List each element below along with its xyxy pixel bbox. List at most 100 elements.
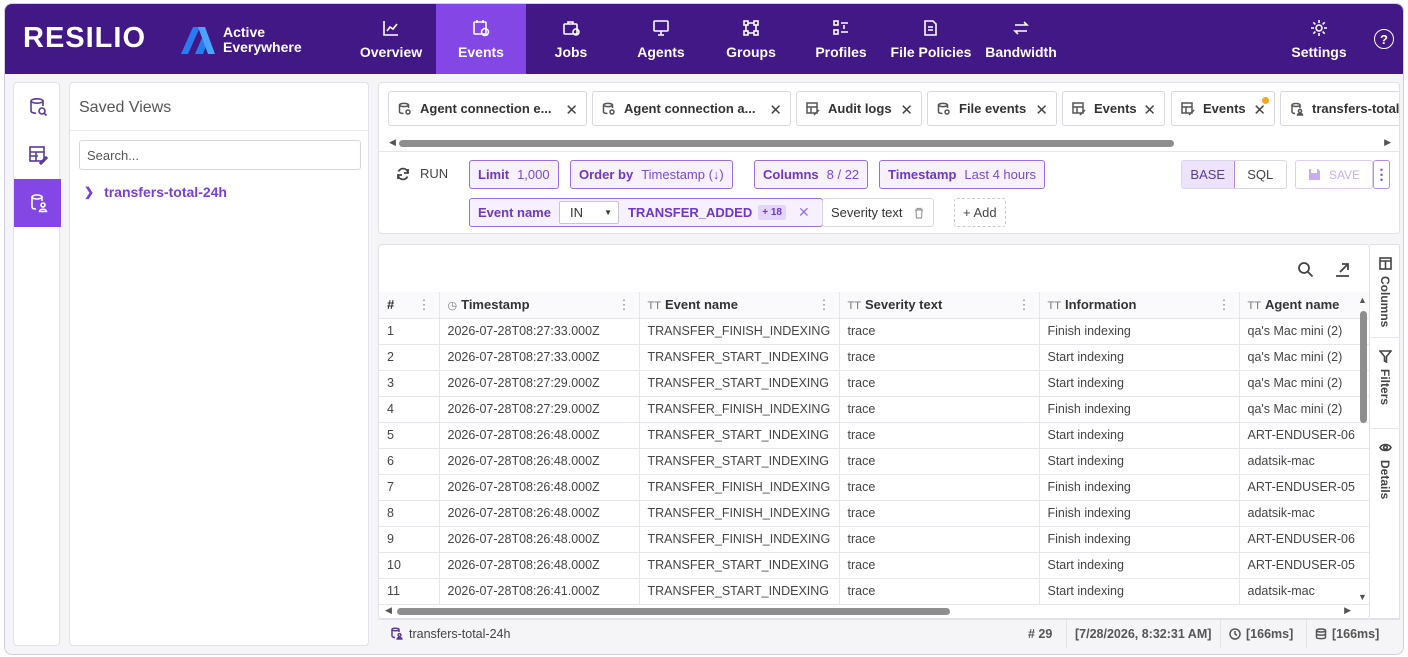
- save-button[interactable]: SAVE: [1295, 160, 1373, 189]
- event-name-filter-chip[interactable]: Event name IN ▼ TRANSFER_ADDED + 18 ✕: [469, 198, 823, 227]
- scrollbar-thumb[interactable]: [1360, 311, 1367, 423]
- nav-agents[interactable]: Agents: [616, 4, 706, 74]
- table-cell[interactable]: 2026-07-28T08:27:33.000Z: [439, 318, 640, 345]
- table-cell[interactable]: Finish indexing: [1039, 474, 1240, 501]
- scrollbar-thumb[interactable]: [397, 608, 950, 615]
- table-cell[interactable]: qa's Mac mini (2): [1239, 318, 1369, 345]
- scroll-right-icon[interactable]: ▶: [1384, 137, 1391, 148]
- saved-view-item[interactable]: ❯ transfers-total-24h: [84, 184, 227, 200]
- rail-tables-button[interactable]: [14, 131, 61, 179]
- close-icon[interactable]: ✕: [1035, 101, 1048, 119]
- close-icon[interactable]: ✕: [1143, 101, 1156, 119]
- close-icon[interactable]: ✕: [565, 101, 578, 119]
- nav-events[interactable]: Events: [436, 4, 526, 74]
- column-menu-icon[interactable]: ⋮: [618, 297, 631, 313]
- table-cell[interactable]: 2026-07-28T08:26:41.000Z: [439, 578, 640, 605]
- scroll-up-icon[interactable]: ▲: [1358, 295, 1367, 305]
- table-cell[interactable]: 2026-07-28T08:26:48.000Z: [439, 448, 640, 475]
- details-panel-button[interactable]: Details: [1370, 429, 1400, 509]
- grid-vertical-scrollbar[interactable]: ▲ ▼: [1357, 295, 1369, 602]
- table-row[interactable]: 5 2026-07-28T08:26:48.000Z TRANSFER_START_…: [379, 422, 1369, 449]
- column-header-severity-text[interactable]: T​T Severity text ⋮: [839, 292, 1040, 319]
- rail-saved-views-button[interactable]: [14, 179, 61, 227]
- table-cell[interactable]: 3: [379, 370, 440, 397]
- tabs-scrollbar[interactable]: ◀ ▶: [387, 137, 1393, 149]
- tab-audit-logs[interactable]: Audit logs ✕: [796, 91, 922, 126]
- grid-horizontal-scrollbar[interactable]: ◀ ▶: [383, 605, 1353, 617]
- table-cell[interactable]: qa's Mac mini (2): [1239, 396, 1369, 423]
- filters-panel-button[interactable]: Filters: [1370, 338, 1400, 429]
- scroll-left-icon[interactable]: ◀: [385, 605, 392, 616]
- severity-text-chip[interactable]: Severity text: [822, 198, 934, 227]
- table-cell[interactable]: 2026-07-28T08:26:48.000Z: [439, 552, 640, 579]
- table-cell[interactable]: 2026-07-28T08:26:48.000Z: [439, 474, 640, 501]
- table-cell[interactable]: Start indexing: [1039, 422, 1240, 449]
- table-cell[interactable]: 2026-07-28T08:27:33.000Z: [439, 344, 640, 371]
- table-cell[interactable]: Start indexing: [1039, 344, 1240, 371]
- table-cell[interactable]: Finish indexing: [1039, 396, 1240, 423]
- table-row[interactable]: 10 2026-07-28T08:26:48.000Z TRANSFER_START…: [379, 552, 1369, 579]
- table-cell[interactable]: Finish indexing: [1039, 526, 1240, 553]
- scrollbar-thumb[interactable]: [399, 140, 1174, 147]
- nav-profiles[interactable]: Profiles: [796, 4, 886, 74]
- table-cell[interactable]: 2026-07-28T08:26:48.000Z: [439, 500, 640, 527]
- table-cell[interactable]: Start indexing: [1039, 552, 1240, 579]
- table-cell[interactable]: TRANSFER_START_INDEXING: [639, 578, 840, 605]
- close-icon[interactable]: ✕: [769, 101, 782, 119]
- table-cell[interactable]: TRANSFER_START_INDEXING: [639, 370, 840, 397]
- table-cell[interactable]: trace: [839, 344, 1040, 371]
- table-cell[interactable]: trace: [839, 422, 1040, 449]
- table-cell[interactable]: adatsik-mac: [1239, 448, 1369, 475]
- table-cell[interactable]: 9: [379, 526, 440, 553]
- table-cell[interactable]: TRANSFER_START_INDEXING: [639, 448, 840, 475]
- column-header-event-name[interactable]: T​T Event name ⋮: [639, 292, 840, 319]
- add-filter-button[interactable]: + Add: [954, 198, 1006, 227]
- table-cell[interactable]: TRANSFER_FINISH_INDEXING: [639, 396, 840, 423]
- help-icon[interactable]: ?: [1374, 29, 1394, 49]
- table-cell[interactable]: adatsik-mac: [1239, 500, 1369, 527]
- table-cell[interactable]: Finish indexing: [1039, 500, 1240, 527]
- column-header-index[interactable]: # ⋮: [379, 292, 440, 319]
- sql-mode-button[interactable]: SQL: [1235, 161, 1287, 188]
- column-header-timestamp[interactable]: ◷ Timestamp ⋮: [439, 292, 640, 319]
- table-cell[interactable]: ART-ENDUSER-06: [1239, 422, 1369, 449]
- tab-file-events[interactable]: File events ✕: [927, 91, 1057, 126]
- table-cell[interactable]: TRANSFER_START_INDEXING: [639, 344, 840, 371]
- column-header-information[interactable]: T​T Information ⋮: [1039, 292, 1240, 319]
- table-cell[interactable]: TRANSFER_FINISH_INDEXING: [639, 526, 840, 553]
- table-cell[interactable]: 2026-07-28T08:27:29.000Z: [439, 396, 640, 423]
- column-menu-icon[interactable]: ⋮: [1218, 297, 1231, 313]
- scroll-left-icon[interactable]: ◀: [389, 137, 396, 148]
- table-cell[interactable]: 11: [379, 578, 440, 605]
- table-cell[interactable]: Start indexing: [1039, 370, 1240, 397]
- scroll-down-icon[interactable]: ▼: [1358, 592, 1367, 602]
- nav-jobs[interactable]: Jobs: [526, 4, 616, 74]
- column-header-agent-name[interactable]: T​T Agent name: [1239, 292, 1369, 319]
- tab-events[interactable]: Events ✕: [1062, 91, 1165, 126]
- more-options-button[interactable]: ⋮: [1373, 160, 1390, 189]
- table-cell[interactable]: trace: [839, 318, 1040, 345]
- tab-events-unsaved[interactable]: Events ✕: [1171, 91, 1275, 126]
- tab-transfers-total[interactable]: transfers-total: [1280, 91, 1399, 126]
- nav-groups[interactable]: Groups: [706, 4, 796, 74]
- table-row[interactable]: 7 2026-07-28T08:26:48.000Z TRANSFER_FINISH…: [379, 474, 1369, 501]
- order-by-chip[interactable]: Order by Timestamp (↓): [570, 160, 733, 189]
- nav-bandwidth[interactable]: Bandwidth: [976, 4, 1066, 74]
- column-menu-icon[interactable]: ⋮: [1018, 297, 1031, 313]
- columns-panel-button[interactable]: Columns: [1370, 245, 1400, 338]
- table-cell[interactable]: trace: [839, 578, 1040, 605]
- nav-overview[interactable]: Overview: [346, 4, 436, 74]
- table-cell[interactable]: TRANSFER_START_INDEXING: [639, 552, 840, 579]
- trash-icon[interactable]: [913, 207, 925, 219]
- table-cell[interactable]: 5: [379, 422, 440, 449]
- table-row[interactable]: 3 2026-07-28T08:27:29.000Z TRANSFER_START_…: [379, 370, 1369, 397]
- table-cell[interactable]: 6: [379, 448, 440, 475]
- timestamp-chip[interactable]: Timestamp Last 4 hours: [879, 160, 1045, 189]
- table-cell[interactable]: qa's Mac mini (2): [1239, 344, 1369, 371]
- columns-chip[interactable]: Columns 8 / 22: [754, 160, 869, 189]
- table-row[interactable]: 6 2026-07-28T08:26:48.000Z TRANSFER_START_…: [379, 448, 1369, 475]
- table-cell[interactable]: 2026-07-28T08:27:29.000Z: [439, 370, 640, 397]
- table-cell[interactable]: 2026-07-28T08:26:48.000Z: [439, 526, 640, 553]
- table-cell[interactable]: TRANSFER_FINISH_INDEXING: [639, 500, 840, 527]
- table-cell[interactable]: ART-ENDUSER-05: [1239, 552, 1369, 579]
